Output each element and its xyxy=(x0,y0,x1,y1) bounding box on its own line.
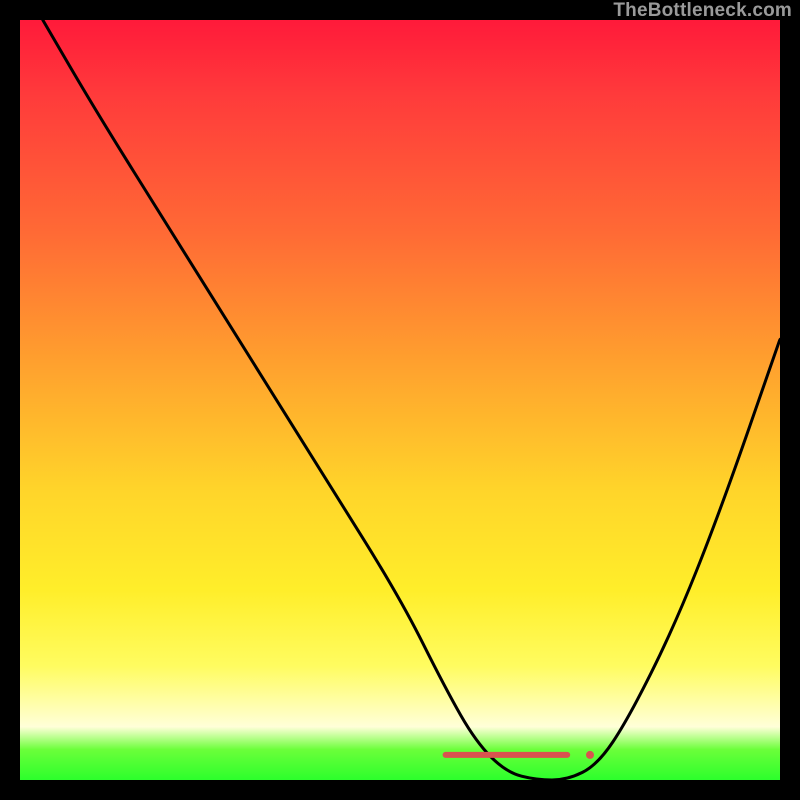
plot-area xyxy=(20,20,780,780)
chart-svg xyxy=(20,20,780,780)
watermark-text: TheBottleneck.com xyxy=(613,0,792,22)
chart-frame: TheBottleneck.com xyxy=(0,0,800,800)
red-dot-marker xyxy=(586,751,594,759)
bottleneck-curve xyxy=(43,20,780,780)
